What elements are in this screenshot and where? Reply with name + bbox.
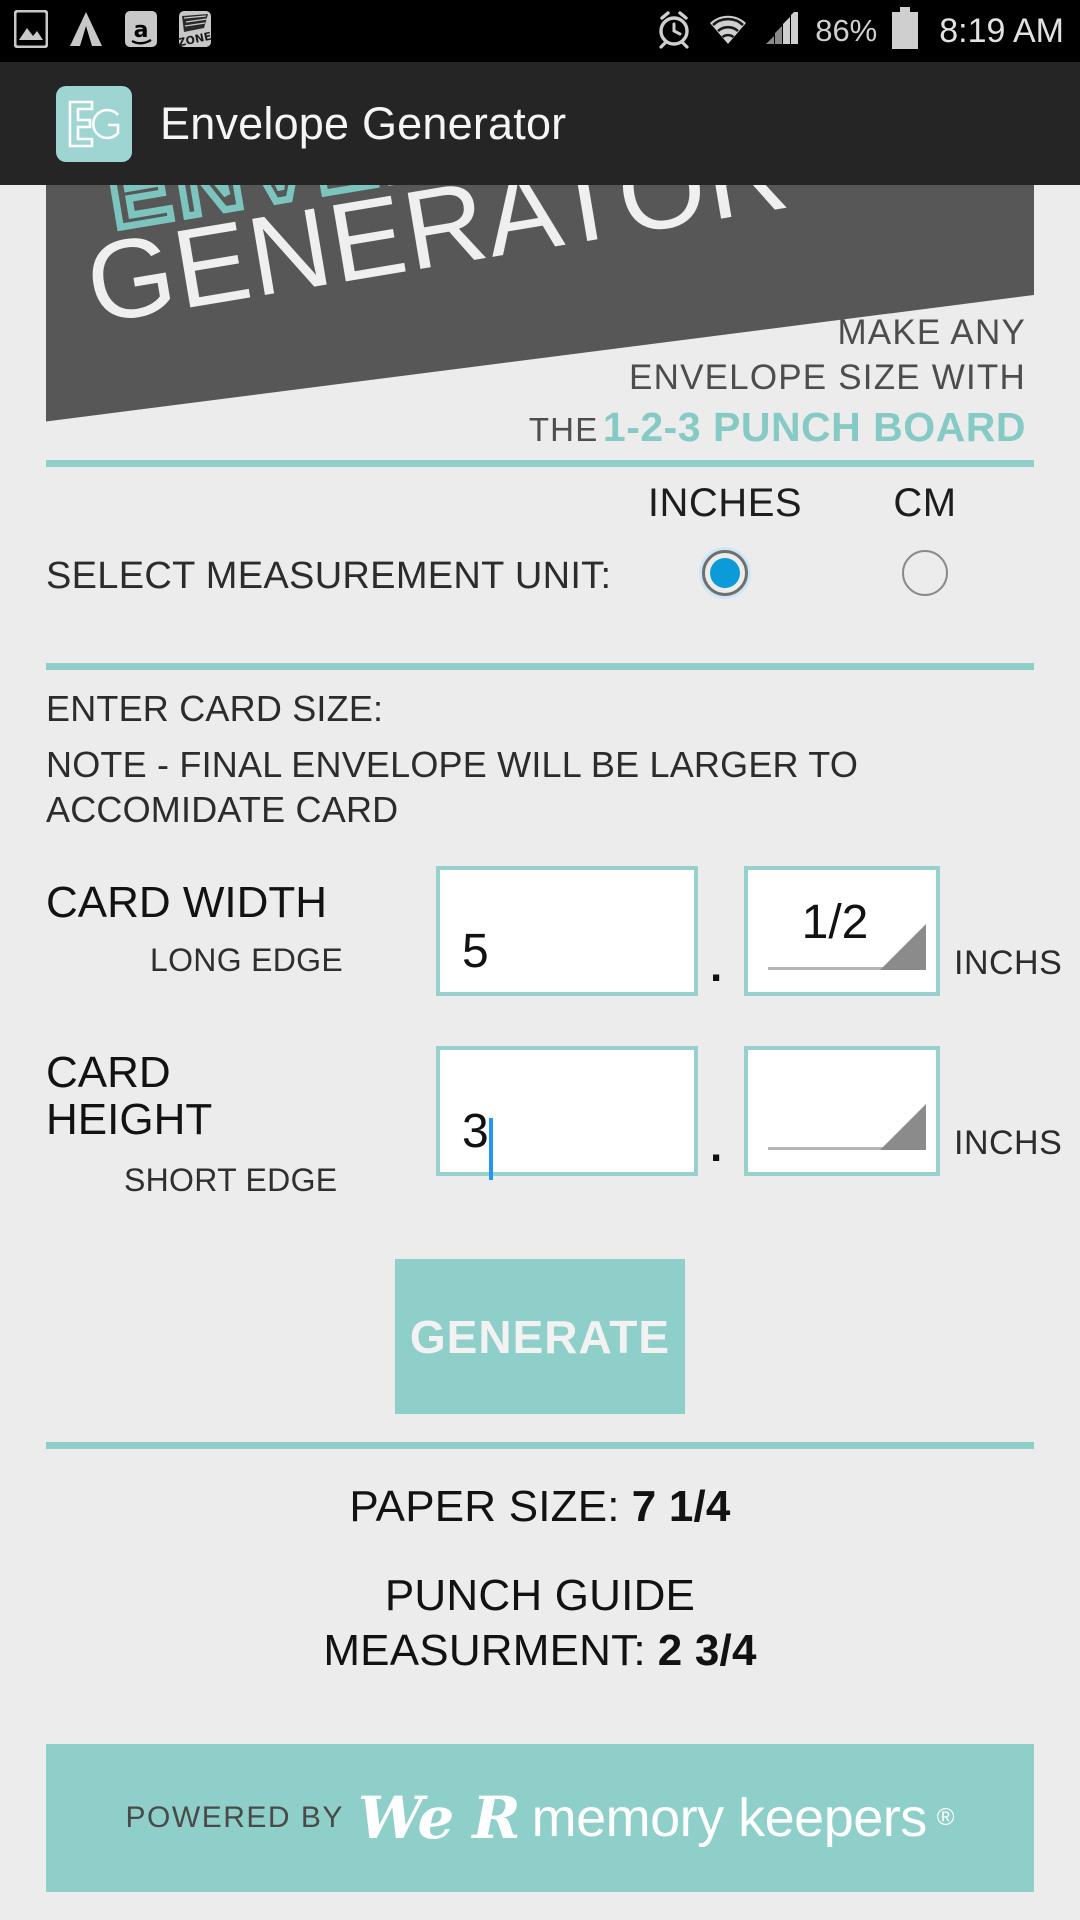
svg-text:a: a bbox=[134, 18, 149, 43]
generate-button[interactable]: GENERATE bbox=[395, 1259, 685, 1414]
card-height-unit-suffix: INCHS bbox=[954, 1124, 1063, 1162]
measurement-unit-label: SELECT MEASUREMENT UNIT: bbox=[46, 555, 612, 597]
paper-size-label: PAPER SIZE: bbox=[349, 1482, 620, 1531]
card-width-row: CARD WIDTH LONG EDGE 5 . 1/2 INCHS bbox=[46, 866, 1062, 1018]
tagline-line-3: THE 1-2-3 PUNCH BOARD bbox=[529, 401, 1026, 454]
card-width-fraction-spinner[interactable]: 1/2 bbox=[744, 866, 940, 996]
tagline-line-1: MAKE ANY bbox=[837, 312, 1026, 352]
banner-tagline: MAKE ANY ENVELOPE SIZE WITH THE 1-2-3 PU… bbox=[529, 310, 1026, 454]
signal-icon bbox=[762, 7, 802, 51]
card-height-whole-input[interactable]: 3 bbox=[436, 1046, 698, 1180]
unit-option-inches[interactable]: INCHES bbox=[640, 481, 810, 596]
card-width-sub-label: LONG EDGE bbox=[150, 942, 343, 978]
app-logo-icon bbox=[56, 85, 132, 162]
card-height-label: CARD HEIGHT bbox=[46, 1048, 213, 1144]
tagline-line-2: ENVELOPE SIZE WITH bbox=[629, 358, 1026, 398]
card-width-whole-input[interactable]: 5 bbox=[436, 866, 698, 996]
card-width-label: CARD WIDTH bbox=[46, 878, 328, 927]
card-height-label-line2: HEIGHT bbox=[46, 1094, 213, 1144]
card-height-row: CARD HEIGHT SHORT EDGE 3 . INCHS bbox=[46, 1046, 1062, 1221]
app-bar: Envelope Generator bbox=[0, 62, 1080, 185]
amazon-icon: a bbox=[124, 10, 158, 53]
tagline-punch-board: 1-2-3 PUNCH BOARD bbox=[602, 403, 1026, 450]
main-content: ENVELOPE GENERATOR MAKE ANY ENVELOPE SIZ… bbox=[0, 185, 1080, 1892]
registered-trademark: ® bbox=[936, 1804, 955, 1831]
app-title: Envelope Generator bbox=[160, 97, 567, 149]
punch-guide-value: 2 3/4 bbox=[657, 1626, 757, 1675]
status-bar-notification-icons: a ZONE bbox=[13, 9, 654, 53]
chevron-down-icon bbox=[880, 924, 926, 970]
radio-inches[interactable] bbox=[702, 550, 748, 596]
chevron-down-icon bbox=[880, 1104, 926, 1150]
unit-option-inches-label: INCHES bbox=[647, 481, 803, 525]
radio-cm[interactable] bbox=[902, 550, 948, 596]
punch-guide-label: MEASURMENT: bbox=[323, 1626, 646, 1675]
triangle-app-icon bbox=[68, 10, 104, 53]
card-size-note: NOTE - FINAL ENVELOPE WILL BE LARGER TO … bbox=[46, 744, 859, 830]
card-size-section: ENTER CARD SIZE: NOTE - FINAL ENVELOPE W… bbox=[0, 670, 1080, 1414]
text-cursor bbox=[488, 1118, 493, 1180]
paper-size-value: 7 1/4 bbox=[631, 1482, 731, 1531]
clock-time: 8:19 AM bbox=[939, 11, 1064, 50]
status-bar-system-icons: 86% 8:19 AM bbox=[654, 6, 1064, 56]
unit-option-cm-label: CM bbox=[893, 481, 957, 525]
card-height-whole-value: 3 bbox=[462, 1105, 489, 1158]
card-height-fraction-spinner[interactable] bbox=[744, 1046, 940, 1176]
paper-size-row: PAPER SIZE: 7 1/4 bbox=[46, 1479, 1034, 1534]
alarm-icon bbox=[654, 9, 694, 54]
battery-icon bbox=[890, 6, 920, 56]
tagline-the: THE bbox=[528, 410, 599, 448]
card-width-decimal-separator: . bbox=[710, 942, 723, 991]
powered-by-label: POWERED BY bbox=[125, 1801, 344, 1834]
wifi-icon bbox=[707, 12, 749, 51]
divider-results bbox=[46, 1442, 1034, 1449]
card-width-whole-value: 5 bbox=[462, 925, 489, 978]
hero-banner: ENVELOPE GENERATOR MAKE ANY ENVELOPE SIZ… bbox=[46, 185, 1034, 460]
results-section: PAPER SIZE: 7 1/4 PUNCH GUIDE MEASURMENT:… bbox=[0, 1449, 1080, 1722]
zone-app-icon: ZONE bbox=[177, 10, 213, 53]
photo-icon bbox=[13, 9, 49, 53]
enter-card-size-label: ENTER CARD SIZE: bbox=[46, 688, 384, 729]
brand-name: memory keepers bbox=[531, 1788, 928, 1848]
card-size-fields: CARD WIDTH LONG EDGE 5 . 1/2 INCHS CARD … bbox=[46, 866, 1062, 1221]
unit-option-cm[interactable]: CM bbox=[840, 481, 1010, 596]
divider-top bbox=[46, 460, 1034, 467]
brand-script-logo: We R bbox=[357, 1784, 521, 1852]
measurement-unit-section: SELECT MEASUREMENT UNIT: INCHES CM bbox=[0, 467, 1080, 663]
punch-guide-line1: PUNCH GUIDE bbox=[384, 1571, 696, 1620]
card-width-unit-suffix: INCHS bbox=[954, 944, 1063, 982]
status-bar: a ZONE 86% 8:19 AM bbox=[0, 0, 1080, 62]
footer-brand-bar: POWERED BY We R memory keepers ® bbox=[46, 1744, 1034, 1892]
card-height-decimal-separator: . bbox=[710, 1122, 723, 1171]
punch-guide-line2: MEASURMENT: 2 3/4 bbox=[46, 1623, 1034, 1678]
card-height-label-line1: CARD bbox=[46, 1048, 171, 1097]
battery-percent: 86% bbox=[815, 13, 878, 48]
card-height-sub-label: SHORT EDGE bbox=[124, 1162, 338, 1198]
punch-guide-row: PUNCH GUIDE MEASURMENT: 2 3/4 bbox=[46, 1568, 1034, 1678]
divider-mid bbox=[46, 663, 1034, 670]
generate-button-wrapper: GENERATE bbox=[46, 1259, 1034, 1414]
